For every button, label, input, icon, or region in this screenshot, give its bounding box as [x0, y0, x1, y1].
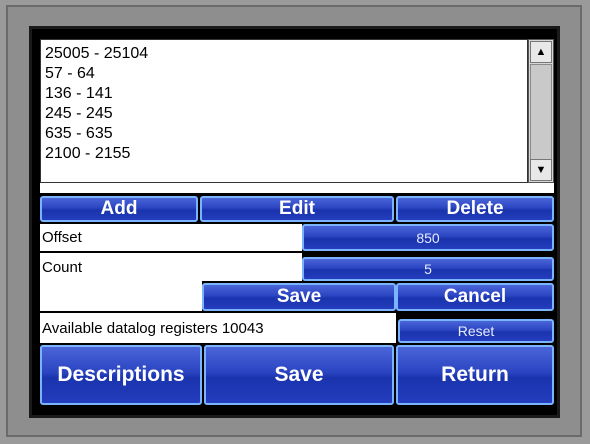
cancel-button[interactable]: Cancel	[396, 283, 554, 311]
count-value-field[interactable]: 5	[302, 257, 554, 281]
list-item[interactable]: 245 - 245	[41, 104, 527, 124]
scroll-up-icon[interactable]: ▲	[530, 41, 552, 63]
available-registers-text: Available datalog registers 10043	[40, 313, 396, 343]
offset-label: Offset	[40, 224, 302, 251]
list-item[interactable]: 25005 - 25104	[41, 44, 527, 64]
return-button[interactable]: Return	[396, 345, 554, 405]
save-edit-button[interactable]: Save	[202, 283, 396, 311]
add-button[interactable]: Add	[40, 196, 198, 222]
save-button[interactable]: Save	[204, 345, 394, 405]
list-item[interactable]: 57 - 64	[41, 64, 527, 84]
edit-button[interactable]: Edit	[200, 196, 394, 222]
touch-screen: 25005 - 25104 57 - 64 136 - 141 245 - 24…	[29, 26, 560, 418]
spacer-panel	[40, 281, 202, 311]
count-label: Count	[40, 253, 302, 281]
list-item[interactable]: 2100 - 2155	[41, 144, 527, 164]
list-item[interactable]: 136 - 141	[41, 84, 527, 104]
reset-button[interactable]: Reset	[398, 319, 554, 343]
list-scrollbar[interactable]: ▲ ▼	[528, 39, 554, 183]
scroll-down-icon[interactable]: ▼	[530, 159, 552, 181]
offset-value-field[interactable]: 850	[302, 224, 554, 251]
register-range-list[interactable]: 25005 - 25104 57 - 64 136 - 141 245 - 24…	[40, 39, 528, 183]
list-divider	[40, 183, 554, 193]
descriptions-button[interactable]: Descriptions	[40, 345, 202, 405]
list-item[interactable]: 635 - 635	[41, 124, 527, 144]
delete-button[interactable]: Delete	[396, 196, 554, 222]
scrollbar-thumb[interactable]	[530, 64, 552, 160]
